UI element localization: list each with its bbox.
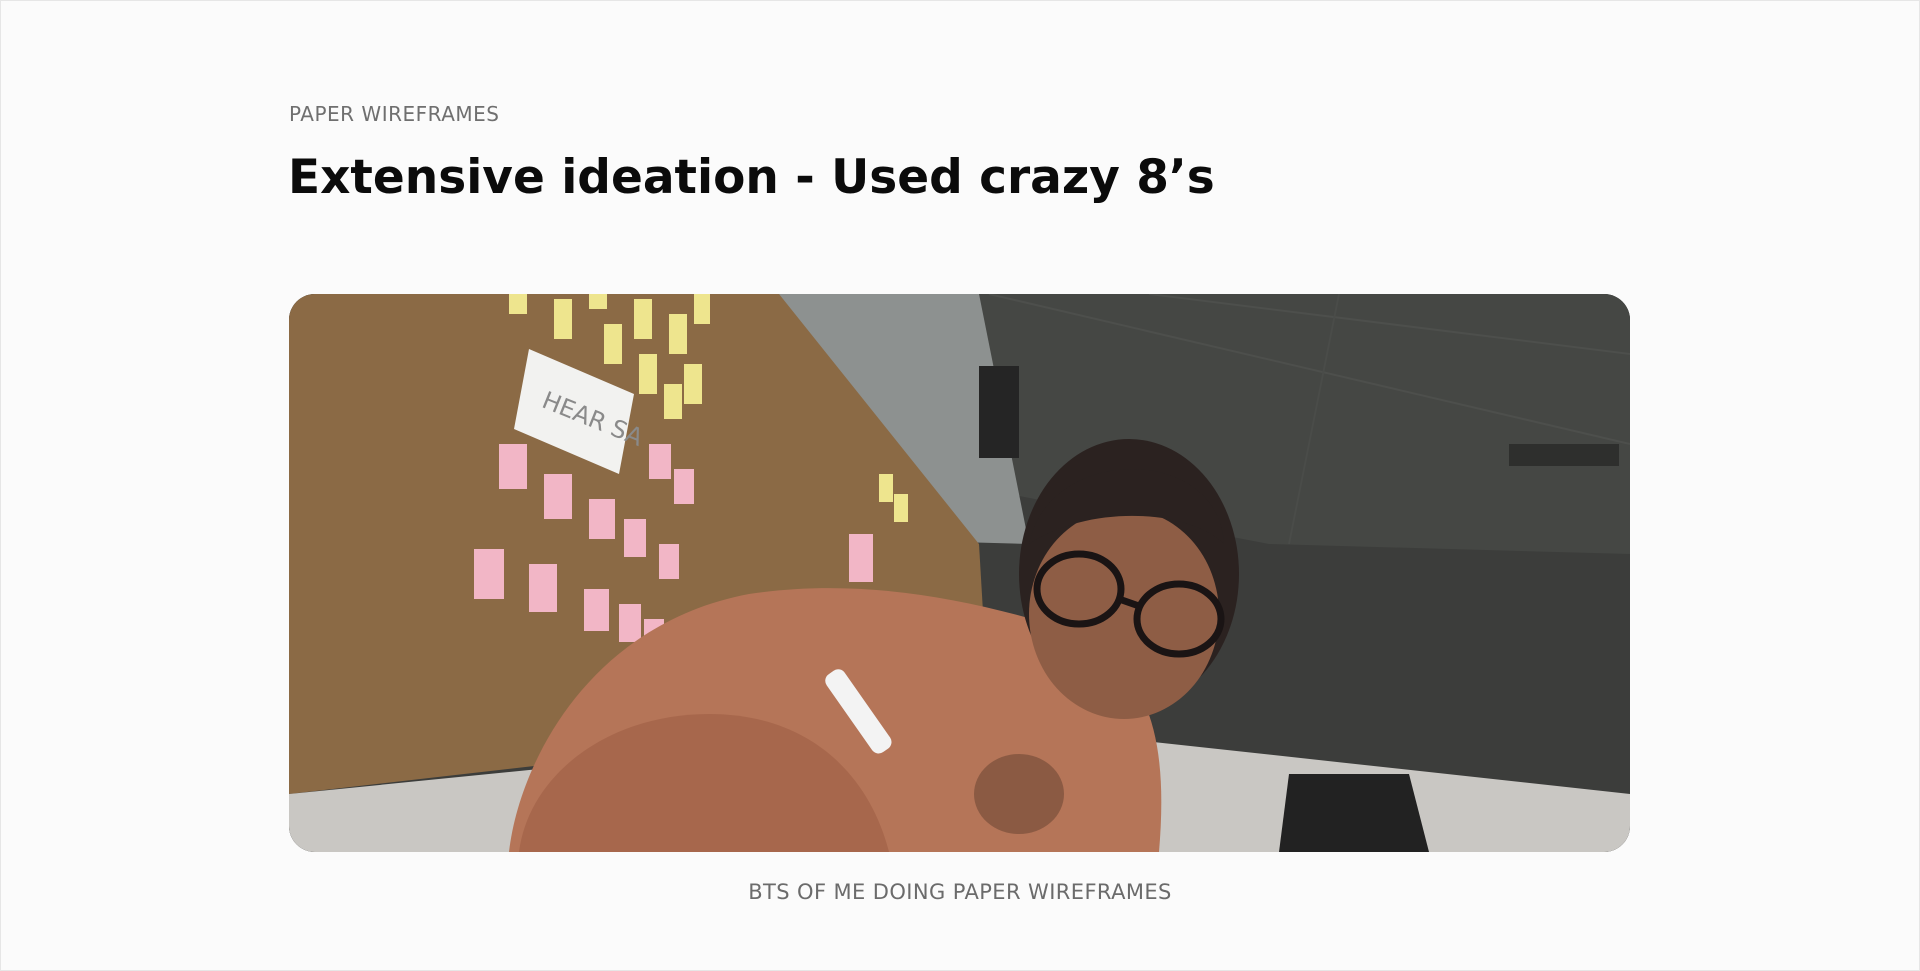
bts-photo-illustration: HEAR SA (289, 294, 1630, 852)
person-hand (974, 754, 1064, 834)
ceiling-vent (1509, 444, 1619, 466)
chair-back (1279, 774, 1429, 852)
speaker (979, 366, 1019, 458)
person-face (1029, 509, 1219, 719)
bts-photo[interactable]: HEAR SA (289, 294, 1630, 852)
section-title: Extensive ideation - Used crazy 8’s (288, 150, 1215, 205)
photo-caption: BTS OF ME DOING PAPER WIREFRAMES (748, 880, 1172, 904)
section-eyebrow: PAPER WIREFRAMES (289, 102, 500, 126)
